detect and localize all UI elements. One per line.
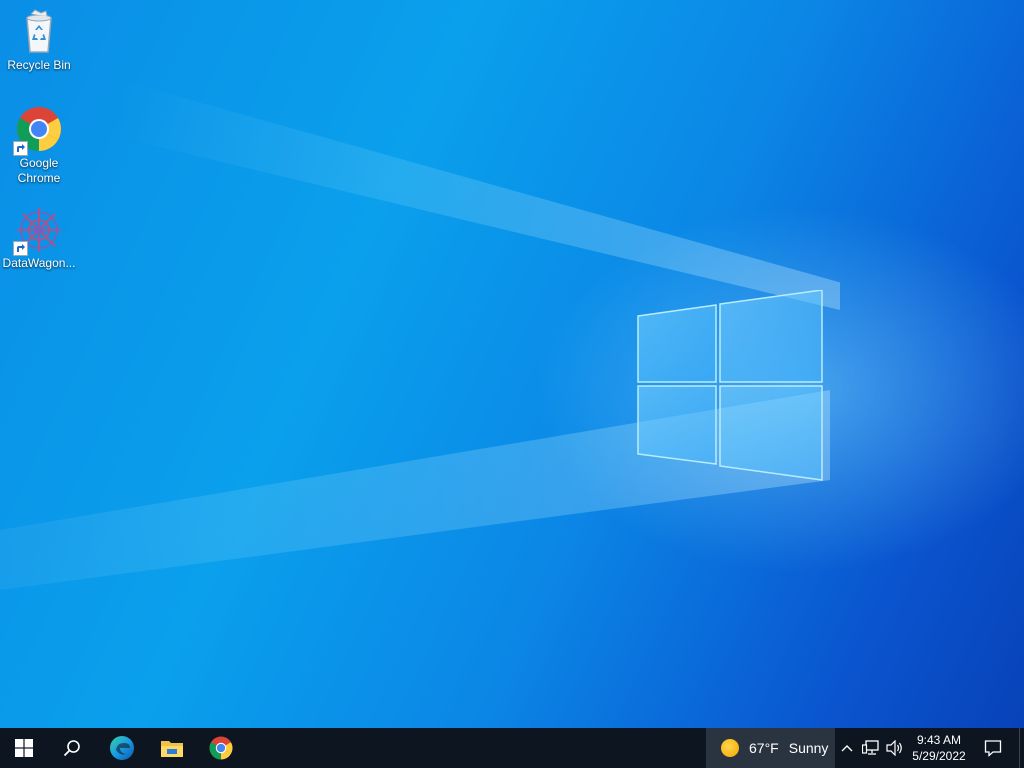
- clock-time: 9:43 AM: [916, 733, 962, 747]
- show-desktop-button[interactable]: [1019, 728, 1024, 768]
- show-hidden-icons-button[interactable]: [838, 728, 856, 768]
- search-button[interactable]: [48, 728, 96, 768]
- desktop-icon-recycle-bin[interactable]: Recycle Bin: [1, 8, 77, 73]
- chevron-up-icon: [841, 745, 853, 752]
- sun-icon: [721, 739, 739, 757]
- volume-button[interactable]: [884, 728, 906, 768]
- notification-icon: [984, 740, 1002, 757]
- taskbar-edge-button[interactable]: [98, 728, 146, 768]
- network-icon: [862, 740, 879, 755]
- desktop-icon-label: Recycle Bin: [7, 58, 71, 72]
- chrome-icon: [209, 736, 233, 760]
- shortcut-arrow-icon: [13, 141, 28, 156]
- folder-icon: [161, 741, 183, 757]
- taskbar-file-explorer-button[interactable]: [148, 728, 196, 768]
- clock[interactable]: 9:43 AM 5/29/2022: [908, 728, 970, 768]
- edge-icon: [110, 736, 134, 760]
- desktop-icon-label: Google Chrome: [17, 156, 61, 185]
- weather-condition: Sunny: [788, 740, 829, 756]
- light-beam-upper: [120, 80, 840, 310]
- network-status-button[interactable]: [860, 728, 882, 768]
- taskbar-chrome-button[interactable]: [197, 728, 245, 768]
- weather-widget[interactable]: 67°F Sunny: [706, 728, 835, 768]
- recycle-bin-icon: [15, 8, 63, 56]
- search-icon: [63, 740, 80, 757]
- desktop-icon-label: DataWagon...: [2, 256, 76, 270]
- clock-date: 5/29/2022: [912, 749, 966, 763]
- windows-logo-wallpaper-icon: [637, 290, 823, 481]
- weather-temperature: 67°F: [749, 740, 779, 756]
- datawagon-icon: [13, 206, 63, 256]
- taskbar: 67°F Sunny 9:43 AM 5/29/2022: [0, 728, 1024, 768]
- start-button[interactable]: [0, 728, 48, 768]
- desktop-icon-datawagon[interactable]: DataWagon...: [1, 206, 77, 271]
- volume-icon: [886, 740, 902, 756]
- action-center-button[interactable]: [978, 728, 1008, 768]
- shortcut-arrow-icon: [13, 241, 28, 256]
- desktop-background: Recycle Bin Google Chrome DataWagon...: [0, 0, 1024, 728]
- desktop-icon-google-chrome[interactable]: Google Chrome: [1, 106, 77, 186]
- chrome-icon: [13, 106, 63, 156]
- windows-logo-icon: [15, 739, 33, 757]
